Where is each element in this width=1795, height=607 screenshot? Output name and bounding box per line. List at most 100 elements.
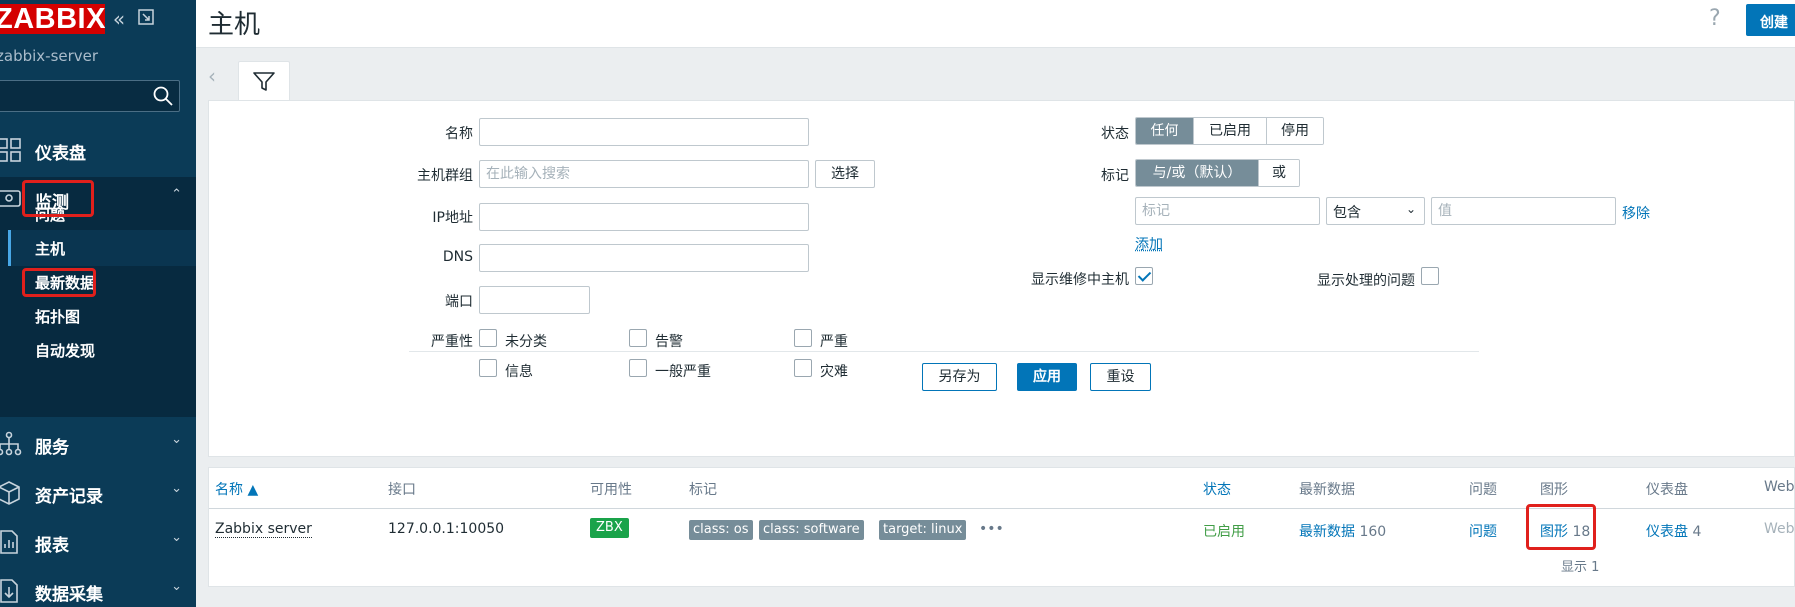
column-header-problems: 问题 xyxy=(1469,482,1497,498)
chevron-down-icon: ⌄ xyxy=(1405,202,1416,216)
tab-filter[interactable] xyxy=(238,61,290,103)
hostgroup-input[interactable] xyxy=(479,160,809,188)
dashboards-link[interactable]: 仪表盘 4 xyxy=(1646,521,1701,541)
main-content: 主机 ? 创建 ‹ 名称 主机群组 选择 IP地址 DNS 端口 严重性 未分类… xyxy=(196,0,1795,607)
page-header: 主机 ? 创建 xyxy=(196,0,1795,48)
hostgroup-select-button[interactable]: 选择 xyxy=(815,160,875,188)
filter-icon xyxy=(253,72,275,91)
graphs-link[interactable]: 图形 18 xyxy=(1540,521,1590,541)
reset-button[interactable]: 重设 xyxy=(1090,363,1151,391)
latest-data-link[interactable]: 最新数据 160 xyxy=(1299,521,1386,541)
host-name-link[interactable]: Zabbix server xyxy=(215,521,312,538)
chevron-left-icon[interactable]: ‹ xyxy=(208,64,232,88)
chevron-down-icon: ⌄ xyxy=(171,481,182,496)
sub-item-maps[interactable]: 拓扑图 xyxy=(8,298,196,334)
nav-inventory[interactable]: 资产记录 ⌄ xyxy=(0,468,196,518)
latest-data-count: 160 xyxy=(1359,524,1387,540)
tag-operator-value: 包含 xyxy=(1333,205,1361,221)
create-host-button[interactable]: 创建 xyxy=(1746,4,1795,36)
sidebar: ZABBIX « zabbix-server 仪表盘 监测 ⌃ 问题 主机 最新… xyxy=(0,0,196,607)
graphs-count: 18 xyxy=(1572,524,1591,540)
severity-label: 严重性 xyxy=(431,334,473,350)
sub-item-latest-data[interactable]: 最新数据 xyxy=(8,264,196,300)
severity-checkbox-high[interactable] xyxy=(794,329,812,347)
show-suppressed-checkbox[interactable] xyxy=(1421,267,1439,285)
save-as-button[interactable]: 另存为 xyxy=(922,363,997,391)
dns-label: DNS xyxy=(442,249,473,265)
status-option-disabled[interactable]: 停用 xyxy=(1267,118,1323,144)
severity-checkbox-information[interactable] xyxy=(479,359,497,377)
tag-badge[interactable]: class: os xyxy=(689,520,753,540)
tag-operator-select[interactable]: 包含 ⌄ xyxy=(1326,197,1425,225)
status-label: 状态 xyxy=(1101,126,1129,142)
ip-label: IP地址 xyxy=(432,210,473,226)
nav-label: 报表 xyxy=(35,536,69,556)
chevron-down-icon: ⌄ xyxy=(171,432,182,447)
severity-label-not-classified: 未分类 xyxy=(505,334,547,350)
problems-link[interactable]: 问题 xyxy=(1469,521,1497,541)
name-input[interactable] xyxy=(479,118,809,146)
show-maintenance-checkbox[interactable] xyxy=(1135,267,1153,285)
dashboards-label[interactable]: 仪表盘 xyxy=(1646,524,1688,540)
dashboard-icon xyxy=(0,138,21,162)
nav-label: 仪表盘 xyxy=(35,144,86,164)
status-option-enabled[interactable]: 已启用 xyxy=(1194,118,1267,144)
severity-checkbox-warning[interactable] xyxy=(629,329,647,347)
dns-input[interactable] xyxy=(479,244,809,272)
port-input[interactable] xyxy=(479,286,590,314)
column-header-status[interactable]: 状态 xyxy=(1203,479,1231,499)
status-option-any[interactable]: 任何 xyxy=(1136,118,1194,144)
availability-badge-zbx[interactable]: ZBX xyxy=(590,518,629,538)
port-label: 端口 xyxy=(445,294,473,310)
sub-item-problems[interactable]: 问题 xyxy=(8,196,196,232)
tag-badge[interactable]: class: software xyxy=(759,520,864,540)
nav-data-collection[interactable]: 数据采集 ⌄ xyxy=(0,566,196,607)
severity-label-high: 严重 xyxy=(820,334,848,350)
nav-reports[interactable]: 报表 ⌄ xyxy=(0,517,196,567)
sub-item-discovery[interactable]: 自动发现 xyxy=(8,332,196,368)
severity-checkbox-average[interactable] xyxy=(629,359,647,377)
server-name: zabbix-server xyxy=(0,47,99,65)
tags-mode-and-or[interactable]: 与/或（默认） xyxy=(1136,160,1259,186)
sidebar-search-input[interactable] xyxy=(0,80,180,112)
remove-tag-link[interactable]: 移除 xyxy=(1622,203,1650,223)
search-icon[interactable] xyxy=(151,84,175,108)
apply-button[interactable]: 应用 xyxy=(1017,363,1077,391)
kiosk-mode-icon[interactable] xyxy=(135,8,157,30)
latest-data-label[interactable]: 最新数据 xyxy=(1299,524,1355,540)
services-icon xyxy=(0,431,22,456)
tag-badge[interactable]: target: linux xyxy=(879,520,967,540)
nav-services[interactable]: 服务 ⌄ xyxy=(0,419,196,469)
data-collection-icon xyxy=(0,579,18,603)
column-header-interface[interactable]: 接口 xyxy=(388,479,416,499)
tag-name-input[interactable] xyxy=(1135,197,1320,225)
add-tag-link[interactable]: 添加 xyxy=(1135,234,1163,254)
chevron-down-icon: ⌄ xyxy=(171,530,182,545)
filter-divider xyxy=(409,351,1479,352)
show-suppressed-label: 显示处理的问题 xyxy=(1317,273,1415,289)
pagination-summary: 显示 1 xyxy=(1561,560,1600,575)
graphs-label[interactable]: 图形 xyxy=(1540,524,1568,540)
severity-checkbox-disaster[interactable] xyxy=(794,359,812,377)
host-status[interactable]: 已启用 xyxy=(1203,521,1245,541)
tags-mode-or[interactable]: 或 xyxy=(1259,160,1299,186)
column-header-availability: 可用性 xyxy=(590,482,632,498)
zabbix-logo[interactable]: ZABBIX xyxy=(0,4,105,34)
nav-dashboard[interactable]: 仪表盘 xyxy=(0,125,196,175)
help-icon[interactable]: ? xyxy=(1709,6,1721,31)
sub-item-hosts[interactable]: 主机 xyxy=(8,230,196,266)
nav-label: 数据采集 xyxy=(35,585,103,605)
nav-label: 服务 xyxy=(35,438,69,458)
ip-input[interactable] xyxy=(479,203,809,231)
reports-icon xyxy=(0,530,18,554)
severity-label-average: 一般严重 xyxy=(655,364,711,380)
show-maintenance-label: 显示维修中主机 xyxy=(1031,272,1129,288)
more-tags-icon[interactable]: ••• xyxy=(979,521,1004,537)
tag-value-input[interactable] xyxy=(1431,197,1616,225)
collapse-sidebar-icon[interactable]: « xyxy=(108,8,130,30)
tags-label: 标记 xyxy=(1101,168,1129,184)
column-header-name[interactable]: 名称 ▲ xyxy=(215,479,258,499)
table-header-divider xyxy=(209,508,1795,509)
severity-checkbox-not-classified[interactable] xyxy=(479,329,497,347)
column-header-graphs: 图形 xyxy=(1540,482,1568,498)
